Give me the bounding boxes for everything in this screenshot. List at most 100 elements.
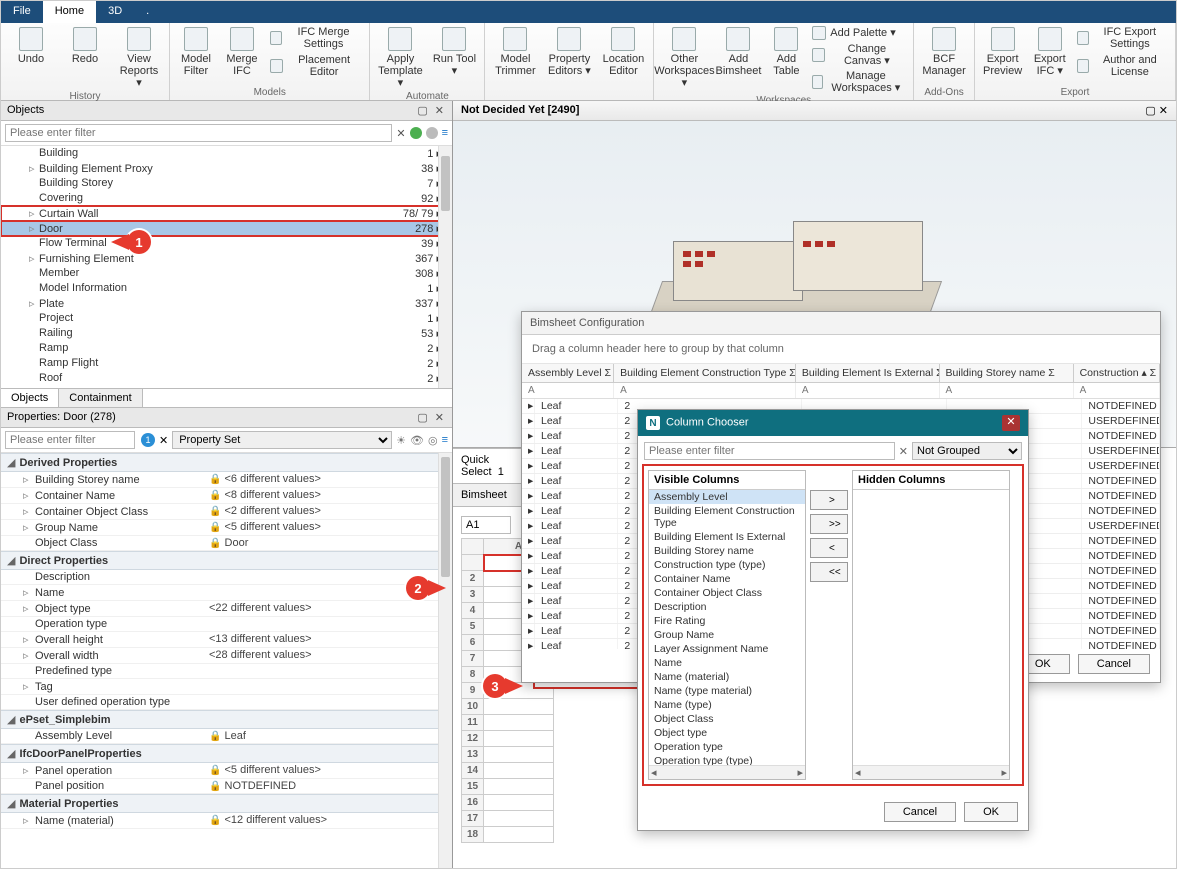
property-editors-button[interactable]: Property Editors ▾ [545,25,593,79]
bulb-icon[interactable]: ☀ [396,434,406,447]
clear-icon[interactable]: ✕ [899,445,908,458]
hscroll[interactable]: ◂▸ [853,765,1009,779]
visible-columns-list[interactable]: Visible Columns Assembly LevelBuilding E… [648,470,806,780]
property-group[interactable]: ◢Direct Properties [1,551,452,570]
config-columns[interactable]: Assembly Level ΣBuilding Element Constru… [522,364,1160,383]
property-row[interactable]: ▹Container Name🔒 <8 different values> [1,488,452,504]
clear-icon[interactable]: ✕ [396,127,405,140]
tree-item[interactable]: Project1 ▸ [1,311,452,326]
property-row[interactable]: User defined operation type [1,695,452,710]
column-header[interactable]: Building Element Construction Type Σ [614,364,796,382]
tree-item[interactable]: ▹Furnishing Element367 ▸ [1,251,452,266]
objects-tree[interactable]: Building1 ▸▹Building Element Proxy38 ▸Bu… [1,146,452,388]
property-row[interactable]: Predefined type [1,664,452,679]
scrollbar[interactable] [438,146,452,388]
tree-item[interactable]: Covering92 ▸ [1,191,452,206]
grouping-select[interactable]: Not Grouped [912,442,1022,460]
ifc-export-settings[interactable]: IFC Export Settings [1075,25,1169,51]
chooser-item[interactable]: Group Name [649,628,805,642]
property-row[interactable]: ▹Tag [1,679,452,695]
panel-controls[interactable]: ▢ ✕ [1145,104,1168,117]
tree-item[interactable]: ▹Curtain Wall78/ 79 ▸ [1,206,452,221]
property-row[interactable]: ▹Overall width<28 different values> [1,648,452,664]
manage-workspaces[interactable]: Manage Workspaces ▾ [810,69,907,95]
chooser-item[interactable]: Building Element Is External [649,530,805,544]
redo-button[interactable]: Redo [61,25,109,67]
column-header[interactable]: Assembly Level Σ [522,364,614,382]
bcf-manager-button[interactable]: BCF Manager [920,25,968,79]
tab-home[interactable]: Home [43,1,96,23]
tab-file[interactable]: File [1,1,43,23]
chooser-item[interactable]: Object Class [649,712,805,726]
dot-icon[interactable] [426,127,438,139]
chooser-item[interactable]: Object type [649,726,805,740]
chooser-item[interactable]: Operation type [649,740,805,754]
add-table-button[interactable]: Add Table [768,25,804,79]
menu-icon[interactable]: ≡ [442,434,448,446]
undo-button[interactable]: Undo [7,25,55,67]
chooser-item[interactable]: Construction type (type) [649,558,805,572]
move-all-right-button[interactable]: >> [810,514,848,534]
tree-item[interactable]: Roof2 ▸ [1,371,452,386]
chooser-title-bar[interactable]: NColumn Chooser ✕ [638,410,1028,436]
chooser-filter-input[interactable] [644,442,895,460]
chooser-item[interactable]: Name [649,656,805,670]
eye-icon[interactable]: 👁 [410,434,424,447]
apply-template-button[interactable]: Apply Template ▾ [376,25,424,91]
run-tool-button[interactable]: Run Tool ▾ [430,25,478,79]
property-row[interactable]: Assembly Level🔒 Leaf [1,729,452,744]
property-row[interactable]: ▹Group Name🔒 <5 different values> [1,520,452,536]
tree-item[interactable]: Ramp2 ▸ [1,341,452,356]
property-row[interactable]: ▹Name (material)🔒 <12 different values> [1,813,452,829]
tree-item[interactable]: ▹Plate337 ▸ [1,296,452,311]
properties-filter-input[interactable] [5,431,135,449]
close-icon[interactable]: ✕ [1002,415,1020,431]
panel-controls[interactable]: ▢ ✕ [417,104,446,117]
chooser-item[interactable]: Assembly Level [649,490,805,504]
property-group[interactable]: ◢ePset_Simplebim [1,710,452,729]
export-preview-button[interactable]: Export Preview [981,25,1024,79]
tree-item[interactable]: Model Information1 ▸ [1,281,452,296]
scrollbar[interactable] [438,453,452,868]
add-palette[interactable]: Add Palette ▾ [810,25,907,41]
tab-dot[interactable]: . [134,1,161,23]
chooser-item[interactable]: Description [649,600,805,614]
config-cancel-button[interactable]: Cancel [1078,654,1150,674]
property-group[interactable]: ◢Material Properties [1,794,452,813]
objects-filter-input[interactable] [5,124,392,142]
chooser-item[interactable]: Name (type material) [649,684,805,698]
column-header[interactable]: Construction ▴ Σ [1074,364,1160,382]
clear-icon[interactable]: ✕ [159,434,168,447]
menu-icon[interactable]: ≡ [442,127,448,139]
hidden-columns-list[interactable]: Hidden Columns ◂▸ [852,470,1010,780]
chooser-item[interactable]: Building Storey name [649,544,805,558]
properties-list[interactable]: ◢Derived Properties▹Building Storey name… [1,453,452,868]
property-row[interactable]: Object Class🔒 Door [1,536,452,551]
tree-item[interactable]: Member308 ▸ [1,266,452,281]
property-row[interactable]: ▹Object type<22 different values> [1,601,452,617]
property-group[interactable]: ◢Derived Properties [1,453,452,472]
add-icon[interactable] [410,127,422,139]
chooser-item[interactable]: Container Object Class [649,586,805,600]
property-row[interactable]: Description [1,570,452,585]
dot-icon[interactable]: ◎ [428,434,438,447]
chooser-item[interactable]: Name (material) [649,670,805,684]
property-row[interactable]: ▹Container Object Class🔒 <2 different va… [1,504,452,520]
merge-ifc-button[interactable]: Merge IFC [222,25,262,79]
add-bimsheet-button[interactable]: Add Bimsheet [714,25,762,79]
export-ifc-button[interactable]: Export IFC ▾ [1030,25,1069,79]
chooser-item[interactable]: Building Element Construction Type [649,504,805,530]
chooser-cancel-button[interactable]: Cancel [884,802,956,822]
property-row[interactable]: Panel position🔒 NOTDEFINED [1,779,452,794]
tree-item[interactable]: ▹Door278 ▸ [1,221,452,236]
model-trimmer-button[interactable]: Model Trimmer [491,25,539,79]
chooser-item[interactable]: Operation type (type) [649,754,805,765]
property-row[interactable]: ▹Name [1,585,452,601]
tree-item[interactable]: ▹Building Element Proxy38 ▸ [1,161,452,176]
tab-containment[interactable]: Containment [59,389,142,407]
location-editor-button[interactable]: Location Editor [599,25,647,79]
property-row[interactable]: ▹Panel operation🔒 <5 different values> [1,763,452,779]
panel-controls[interactable]: ▢ ✕ [417,411,446,424]
property-row[interactable]: Operation type [1,617,452,632]
tree-item[interactable]: Railing53 ▸ [1,326,452,341]
